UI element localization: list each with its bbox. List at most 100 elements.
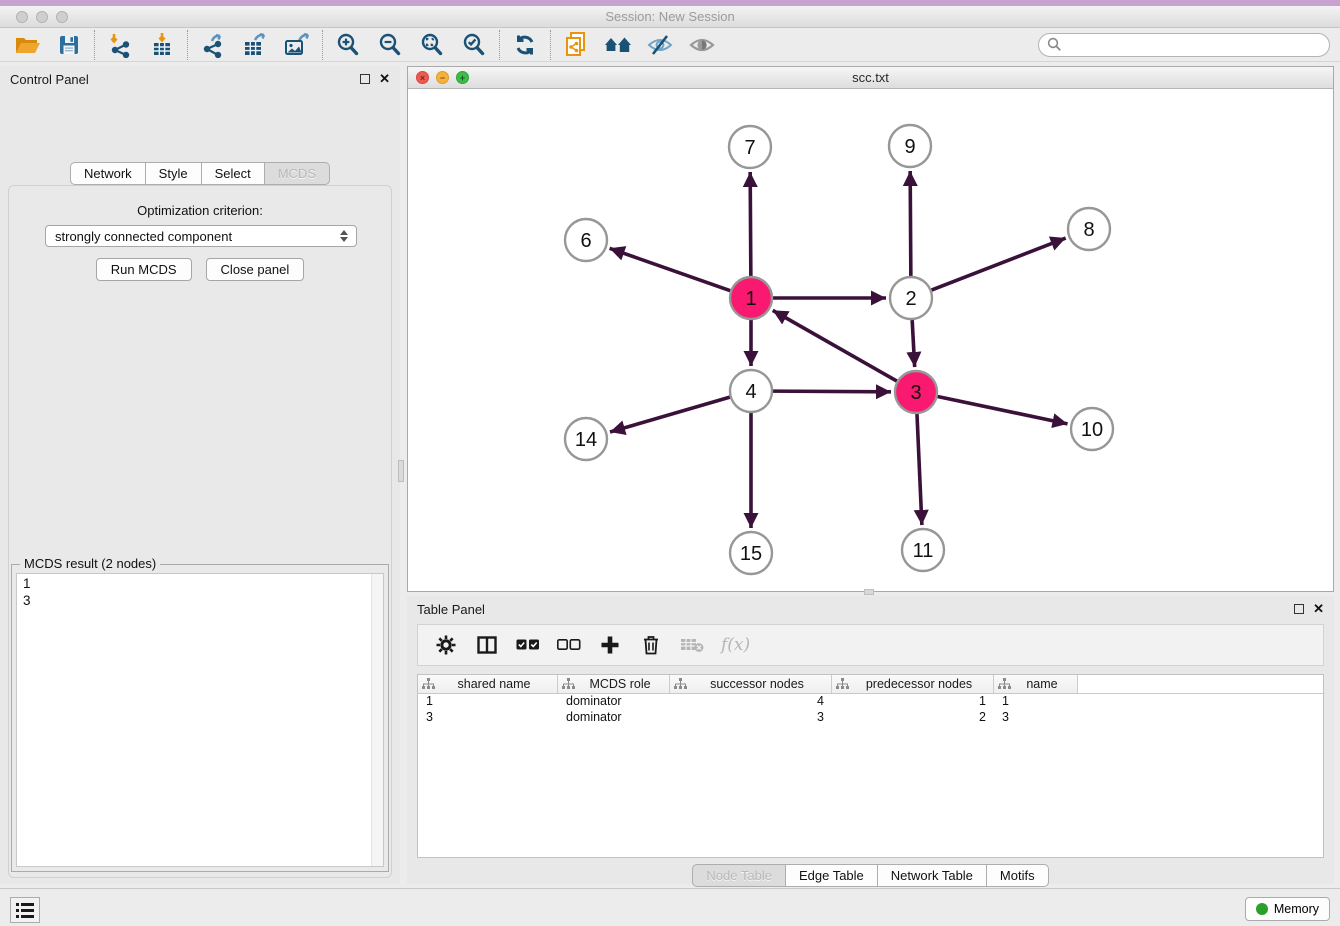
open-session-button[interactable] [6, 29, 48, 61]
minimize-window-button[interactable] [36, 11, 48, 23]
table-cell[interactable]: 3 [418, 710, 558, 726]
network-minimize-button[interactable]: − [436, 71, 449, 84]
import-table-button[interactable] [141, 29, 183, 61]
tab-style[interactable]: Style [146, 162, 202, 185]
save-session-button[interactable] [48, 29, 90, 61]
graph-edge-1-6[interactable] [610, 248, 731, 290]
close-panel-button[interactable]: Close panel [206, 258, 305, 281]
delete-row-button[interactable] [639, 633, 663, 657]
network-window-titlebar[interactable]: × − + scc.txt [408, 67, 1333, 89]
table-cell[interactable]: 4 [670, 694, 832, 710]
network-canvas[interactable]: 1234678910111415 [408, 89, 1333, 591]
graph-edge-4-14[interactable] [610, 397, 730, 432]
function-icon[interactable]: f(x) [721, 635, 750, 655]
home-button[interactable] [597, 29, 639, 61]
zoom-in-button[interactable] [327, 29, 369, 61]
import-network-button[interactable] [99, 29, 141, 61]
float-panel-icon[interactable] [360, 74, 370, 84]
mcds-result-area[interactable]: 1 3 [16, 573, 384, 867]
split-columns-button[interactable] [475, 633, 499, 657]
run-mcds-button[interactable]: Run MCDS [96, 258, 192, 281]
graph-edge-3-10[interactable] [938, 397, 1068, 424]
table-toolbar: f(x) [417, 624, 1324, 666]
network-documents-icon [563, 31, 589, 59]
optimization-criterion-select[interactable]: strongly connected component [45, 225, 357, 247]
show-eye-button[interactable] [681, 29, 723, 61]
column-header-shared-name[interactable]: shared name [418, 675, 558, 693]
refresh-button[interactable] [504, 29, 546, 61]
mcds-tab-content: Optimization criterion: strongly connect… [8, 185, 392, 878]
zoom-out-button[interactable] [369, 29, 411, 61]
table-cell[interactable]: dominator [558, 710, 670, 726]
graph-edge-4-3[interactable] [773, 391, 891, 392]
table-cell[interactable]: 3 [670, 710, 832, 726]
plus-icon [600, 635, 620, 655]
graph-node-label: 8 [1083, 219, 1094, 241]
graph-edge-3-11[interactable] [917, 414, 922, 525]
float-table-panel-icon[interactable] [1294, 604, 1304, 614]
select-all-columns-button[interactable] [516, 633, 540, 657]
network-documents-button[interactable] [555, 29, 597, 61]
graph-edge-1-7[interactable] [750, 172, 751, 276]
table-row[interactable]: 1dominator411 [418, 694, 1323, 710]
open-folder-icon [14, 33, 41, 57]
close-window-button[interactable] [16, 11, 28, 23]
table-panel: Table Panel ✕ [407, 596, 1334, 884]
tab-select[interactable]: Select [202, 162, 265, 185]
add-row-button[interactable] [598, 633, 622, 657]
hierarchy-icon [422, 678, 435, 690]
table-cell[interactable]: 1 [994, 694, 1078, 710]
table-tab-network-table[interactable]: Network Table [878, 864, 987, 887]
network-view-window: × − + scc.txt 1234678910111415 [407, 66, 1334, 592]
table-cell[interactable]: 3 [994, 710, 1078, 726]
export-table-button[interactable] [234, 29, 276, 61]
checked-boxes-icon [516, 639, 540, 651]
table-cell[interactable]: 1 [418, 694, 558, 710]
table-cell[interactable]: dominator [558, 694, 670, 710]
graph-edge-2-8[interactable] [932, 238, 1066, 290]
control-panel-tabs: NetworkStyleSelectMCDS [0, 162, 400, 185]
export-network-button[interactable] [192, 29, 234, 61]
tab-network[interactable]: Network [70, 162, 146, 185]
table-tab-motifs[interactable]: Motifs [987, 864, 1049, 887]
export-image-button[interactable] [276, 29, 318, 61]
gear-icon [436, 635, 456, 655]
column-header-predecessor-nodes[interactable]: predecessor nodes [832, 675, 994, 693]
graph-node-label: 3 [910, 382, 921, 404]
hide-eye-button[interactable] [639, 29, 681, 61]
table-tab-edge-table[interactable]: Edge Table [786, 864, 878, 887]
table-splitter-handle[interactable] [864, 589, 874, 595]
network-maximize-button[interactable]: + [456, 71, 469, 84]
table-row[interactable]: 3dominator323 [418, 710, 1323, 726]
result-scrollbar[interactable] [371, 574, 383, 866]
graph-edge-3-1[interactable] [773, 310, 897, 381]
zoom-selected-button[interactable] [453, 29, 495, 61]
memory-button[interactable]: Memory [1245, 897, 1330, 921]
task-history-button[interactable] [10, 897, 40, 923]
table-panel-title: Table Panel [417, 602, 485, 617]
table-gear-button[interactable] [434, 633, 458, 657]
zoom-window-button[interactable] [56, 11, 68, 23]
table-tab-node-table[interactable]: Node Table [692, 864, 786, 887]
panel-splitter-handle[interactable] [398, 460, 404, 482]
hierarchy-icon [562, 678, 575, 690]
zoom-fit-button[interactable] [411, 29, 453, 61]
network-close-button[interactable]: × [416, 71, 429, 84]
graph-node-label: 6 [580, 230, 591, 252]
close-table-panel-icon[interactable]: ✕ [1313, 604, 1324, 614]
graph-edge-2-3[interactable] [912, 320, 915, 367]
select-arrows-icon [340, 230, 348, 242]
tab-mcds[interactable]: MCDS [265, 162, 330, 185]
search-input[interactable] [1067, 37, 1321, 52]
graph-edge-2-9[interactable] [910, 171, 911, 276]
close-panel-icon[interactable]: ✕ [379, 74, 390, 84]
toolbar-separator [94, 30, 95, 60]
deselect-all-columns-button[interactable] [557, 633, 581, 657]
table-cell[interactable]: 1 [832, 694, 994, 710]
column-header-successor-nodes[interactable]: successor nodes [670, 675, 832, 693]
delete-table-button[interactable] [680, 633, 704, 657]
main-toolbar [0, 28, 1340, 62]
column-header-name[interactable]: name [994, 675, 1078, 693]
column-header-MCDS-role[interactable]: MCDS role [558, 675, 670, 693]
table-cell[interactable]: 2 [832, 710, 994, 726]
